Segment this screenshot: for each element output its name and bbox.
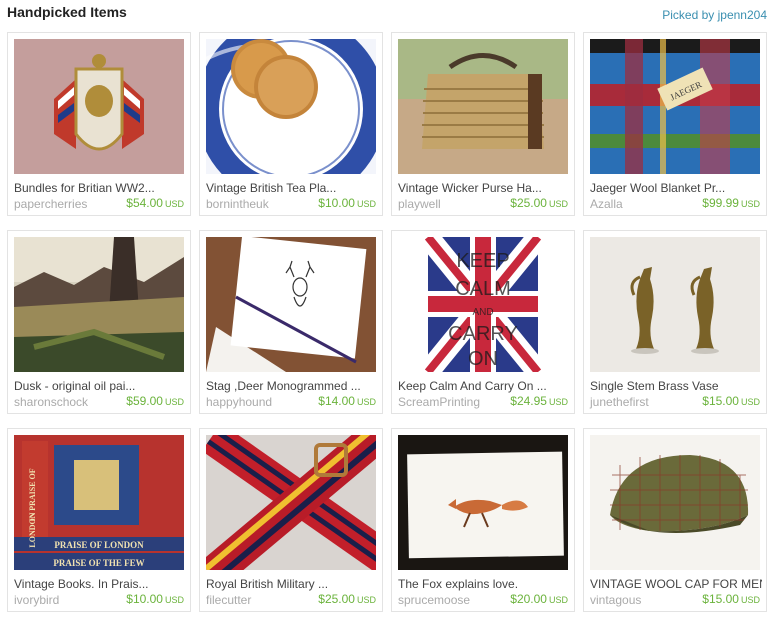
item-seller[interactable]: Azalla: [590, 197, 623, 211]
page-header: Handpicked Items Picked by jpenn204: [0, 0, 769, 30]
item-title[interactable]: Jaeger Wool Blanket Pr...: [590, 181, 762, 195]
item-price: $54.00 USD: [126, 196, 184, 210]
item-title[interactable]: Bundles for Britian WW2...: [14, 181, 186, 195]
price-value: $10.00: [318, 196, 355, 210]
item-price: $24.95 USD: [510, 394, 568, 408]
item-seller[interactable]: ScreamPrinting: [398, 395, 480, 409]
item-thumbnail[interactable]: [14, 237, 184, 372]
item-price: $59.00 USD: [126, 394, 184, 408]
item-card[interactable]: The Fox explains love. sprucemoose $20.00 U…: [391, 428, 575, 612]
item-thumbnail[interactable]: KEEP CALM AND CARRY ON: [398, 237, 568, 372]
item-seller[interactable]: sprucemoose: [398, 593, 470, 607]
item-card[interactable]: Vintage British Tea Pla... bornintheuk $10…: [199, 32, 383, 216]
book-title-text: PRAISE OF THE FEW: [53, 558, 144, 568]
book-title-text: PRAISE OF LONDON: [54, 540, 144, 550]
poster-line: CALM: [455, 278, 511, 300]
price-currency: USD: [356, 595, 376, 605]
item-price: $25.00 USD: [510, 196, 568, 210]
item-price: $15.00 USD: [702, 592, 760, 606]
item-thumbnail[interactable]: [14, 39, 184, 174]
price-currency: USD: [164, 595, 184, 605]
item-title[interactable]: Royal British Military ...: [206, 577, 378, 591]
price-currency: USD: [548, 595, 568, 605]
item-price: $20.00 USD: [510, 592, 568, 606]
item-title[interactable]: The Fox explains love.: [398, 577, 570, 591]
item-thumbnail[interactable]: [398, 435, 568, 570]
price-value: $15.00: [702, 394, 739, 408]
item-title[interactable]: Stag ,Deer Monogrammed ...: [206, 379, 378, 393]
item-title[interactable]: Vintage Books. In Prais...: [14, 577, 186, 591]
price-value: $25.00: [510, 196, 547, 210]
price-currency: USD: [164, 397, 184, 407]
price-value: $15.00: [702, 592, 739, 606]
price-currency: USD: [548, 397, 568, 407]
item-price: $10.00 USD: [126, 592, 184, 606]
item-card[interactable]: JAEGER Jaeger Wool Blanket Pr... Azalla $99…: [583, 32, 767, 216]
price-currency: USD: [740, 397, 760, 407]
item-card[interactable]: Vintage Wicker Purse Ha... playwell $25.00…: [391, 32, 575, 216]
price-currency: USD: [740, 595, 760, 605]
item-thumbnail[interactable]: [206, 39, 376, 174]
item-price: $15.00 USD: [702, 394, 760, 408]
price-value: $99.99: [702, 196, 739, 210]
picked-by-link[interactable]: Picked by jpenn204: [662, 8, 767, 22]
price-value: $54.00: [126, 196, 163, 210]
item-seller[interactable]: playwell: [398, 197, 441, 211]
price-value: $25.00: [318, 592, 355, 606]
item-price: $99.99 USD: [702, 196, 760, 210]
item-title[interactable]: Keep Calm And Carry On ...: [398, 379, 570, 393]
item-thumbnail[interactable]: [590, 435, 760, 570]
poster-line: ON: [468, 348, 498, 370]
poster-line: CARRY: [448, 323, 518, 345]
item-seller[interactable]: sharonschock: [14, 395, 88, 409]
item-title[interactable]: Dusk - original oil pai...: [14, 379, 186, 393]
item-thumbnail[interactable]: [206, 435, 376, 570]
item-thumbnail[interactable]: JAEGER: [590, 39, 760, 174]
item-card[interactable]: Royal British Military ... filecutter $25.…: [199, 428, 383, 612]
item-thumbnail[interactable]: [206, 237, 376, 372]
item-price: $25.00 USD: [318, 592, 376, 606]
item-card[interactable]: Single Stem Brass Vase junethefirst $15.00…: [583, 230, 767, 414]
price-value: $20.00: [510, 592, 547, 606]
item-seller[interactable]: filecutter: [206, 593, 251, 607]
item-thumbnail[interactable]: IN PRAISE OF PRAISE OF LONDON PRAISE OF …: [14, 435, 184, 570]
price-currency: USD: [356, 199, 376, 209]
price-value: $24.95: [510, 394, 547, 408]
item-card[interactable]: KEEP CALM AND CARRY ON Keep Calm And Carry On…: [391, 230, 575, 414]
item-card[interactable]: IN PRAISE OF PRAISE OF LONDON PRAISE OF …: [7, 428, 191, 612]
item-card[interactable]: VINTAGE WOOL CAP FOR MEN vintagous $15.00 U…: [583, 428, 767, 612]
item-seller[interactable]: junethefirst: [590, 395, 649, 409]
item-card[interactable]: Bundles for Britian WW2... papercherries $…: [7, 32, 191, 216]
poster-line: AND: [472, 307, 493, 318]
item-seller[interactable]: vintagous: [590, 593, 641, 607]
price-value: $14.00: [318, 394, 355, 408]
item-seller[interactable]: papercherries: [14, 197, 87, 211]
item-card[interactable]: Stag ,Deer Monogrammed ... happyhound $14.…: [199, 230, 383, 414]
item-card[interactable]: Dusk - original oil pai... sharonschock $5…: [7, 230, 191, 414]
item-title[interactable]: Vintage Wicker Purse Ha...: [398, 181, 570, 195]
item-thumbnail[interactable]: [590, 237, 760, 372]
item-title[interactable]: Single Stem Brass Vase: [590, 379, 762, 393]
price-value: $10.00: [126, 592, 163, 606]
book-title-text: LONDON: [28, 512, 37, 547]
item-thumbnail[interactable]: [398, 39, 568, 174]
item-price: $14.00 USD: [318, 394, 376, 408]
item-seller[interactable]: ivorybird: [14, 593, 59, 607]
price-currency: USD: [740, 199, 760, 209]
price-currency: USD: [356, 397, 376, 407]
poster-line: KEEP: [456, 250, 509, 272]
item-seller[interactable]: happyhound: [206, 395, 272, 409]
page-title: Handpicked Items: [7, 4, 127, 20]
item-title[interactable]: VINTAGE WOOL CAP FOR MEN: [590, 577, 762, 591]
price-currency: USD: [164, 199, 184, 209]
price-value: $59.00: [126, 394, 163, 408]
price-currency: USD: [548, 199, 568, 209]
item-title[interactable]: Vintage British Tea Pla...: [206, 181, 378, 195]
item-price: $10.00 USD: [318, 196, 376, 210]
item-seller[interactable]: bornintheuk: [206, 197, 269, 211]
